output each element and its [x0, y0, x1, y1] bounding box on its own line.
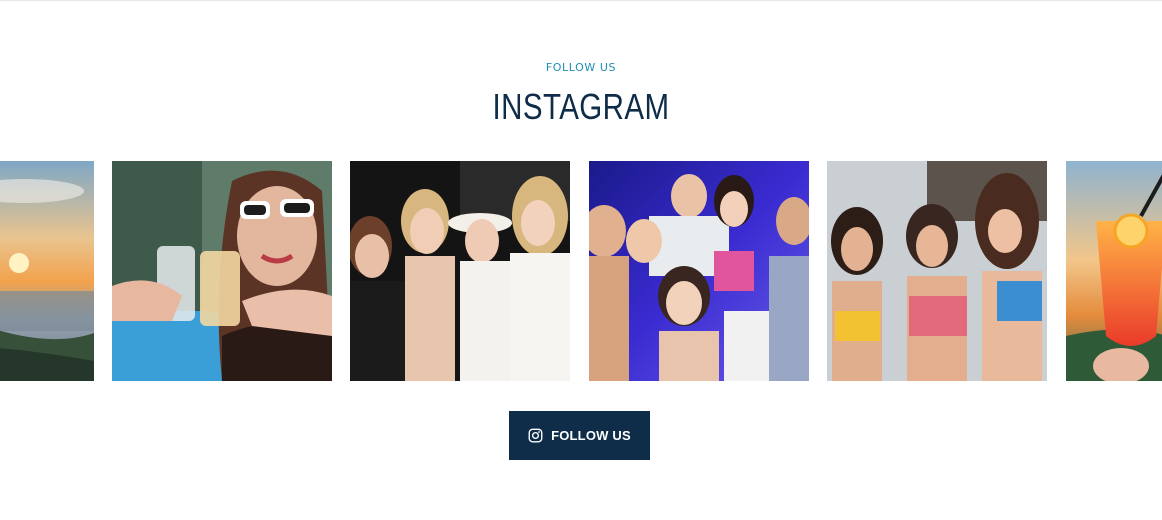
instagram-photo-night-group[interactable]: [350, 161, 570, 381]
instagram-photo-cocktail[interactable]: [1066, 161, 1162, 381]
instagram-photo-neon-party[interactable]: [589, 161, 809, 381]
instagram-photo-toast[interactable]: [112, 161, 332, 381]
toast-photo: [112, 161, 332, 381]
top-divider: [0, 0, 1162, 1]
neon-party-photo: [589, 161, 809, 381]
section-eyebrow: FOLLOW US: [545, 61, 617, 74]
cocktail-photo: [1066, 161, 1162, 381]
rooftop-photo: [827, 161, 1047, 381]
sunset-photo: [0, 161, 94, 381]
follow-us-button[interactable]: FOLLOW US: [509, 411, 650, 460]
section-title: INSTAGRAM: [492, 86, 670, 127]
night-group-photo: [350, 161, 570, 381]
follow-us-label: FOLLOW US: [551, 428, 631, 443]
instagram-icon: [528, 428, 543, 443]
instagram-photo-rooftop[interactable]: [827, 161, 1047, 381]
instagram-photo-sunset[interactable]: [0, 161, 94, 381]
instagram-carousel[interactable]: [0, 161, 1162, 381]
